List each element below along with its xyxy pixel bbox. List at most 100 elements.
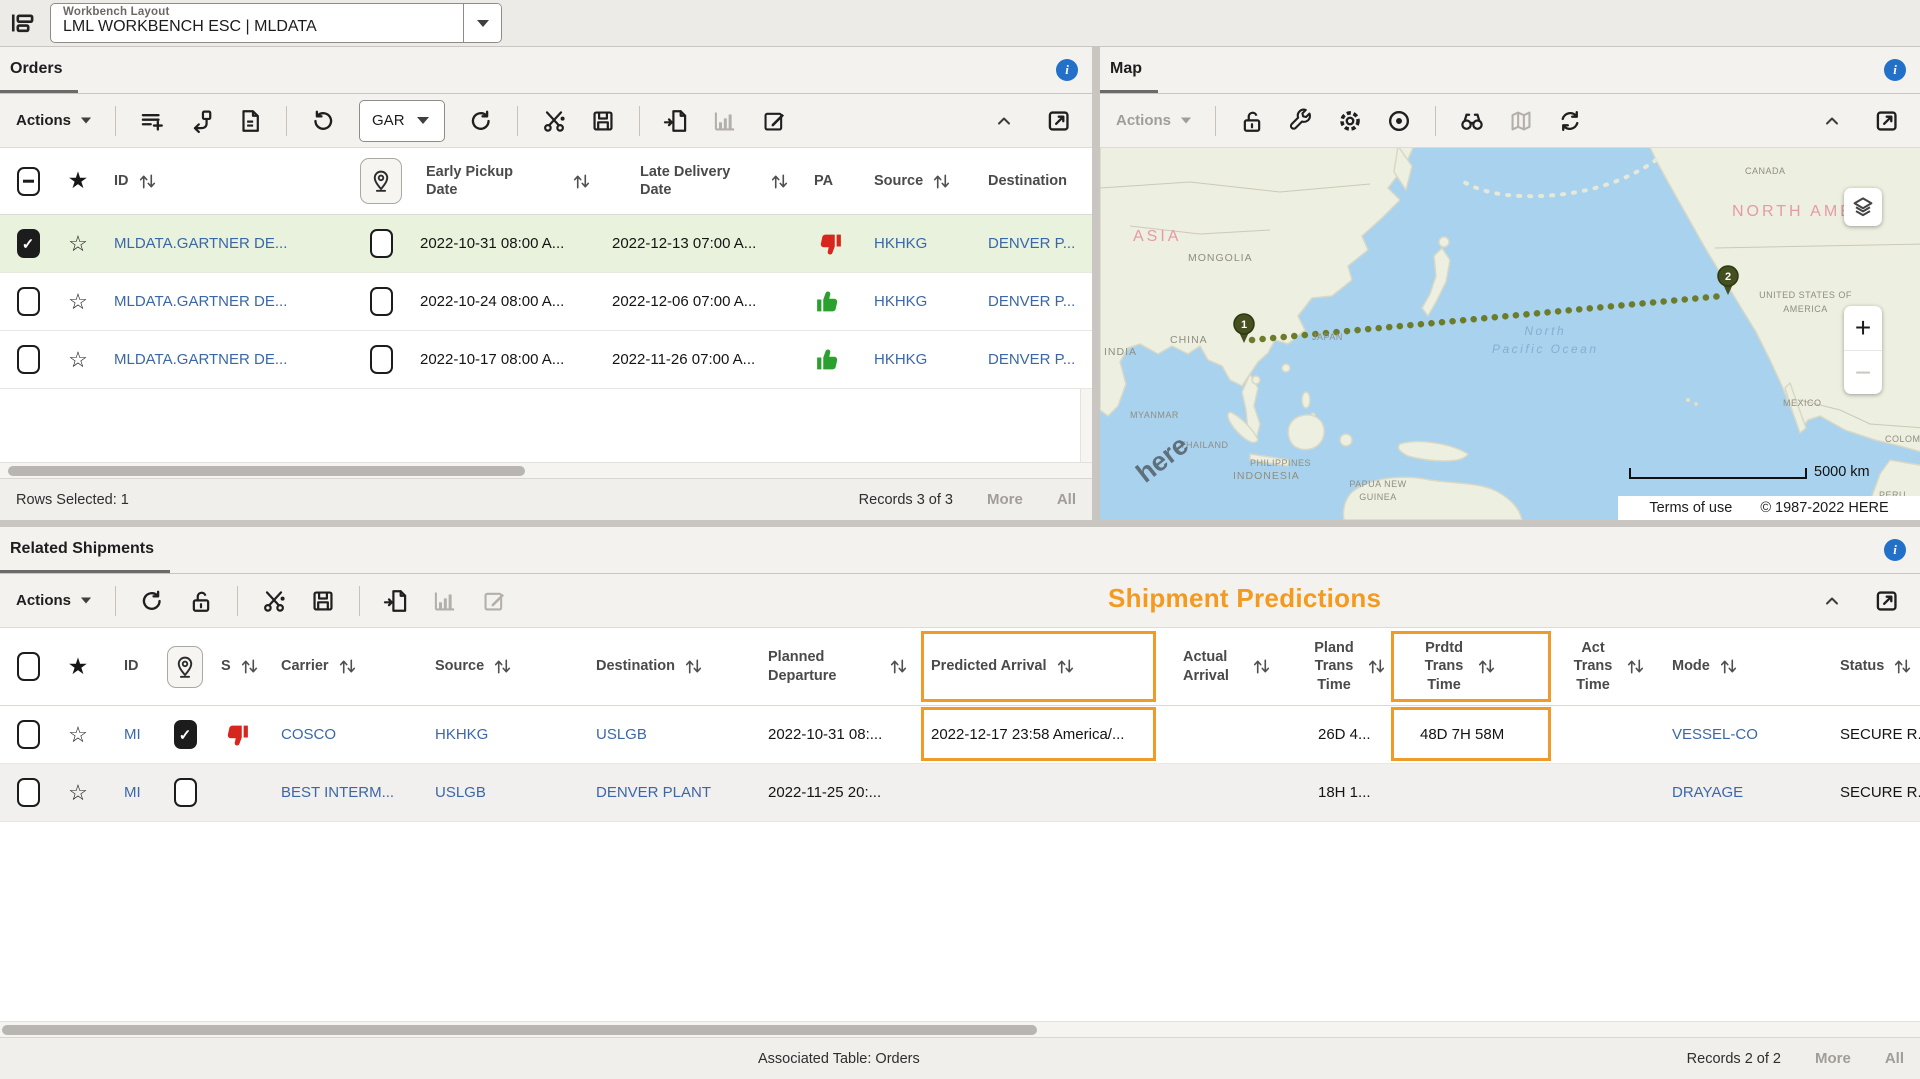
sort-icon[interactable] [1720,657,1737,676]
collapse-panel-icon[interactable] [1822,591,1842,611]
all-button[interactable]: All [1885,1050,1904,1067]
more-button[interactable]: More [1815,1050,1851,1067]
favorite-star-icon[interactable]: ☆ [68,233,88,255]
assign-icon[interactable] [188,108,214,134]
show-on-map-button[interactable] [167,646,203,688]
favorite-star-icon[interactable]: ☆ [68,291,88,313]
row-checkbox[interactable] [17,287,40,316]
sync-icon[interactable] [1557,108,1583,134]
save-icon[interactable] [590,108,616,134]
order-id-link[interactable]: MLDATA.GARTNER DE... [114,351,287,368]
source-link[interactable]: USLGB [435,784,486,801]
source-link[interactable]: HKHKG [874,293,927,310]
sort-icon[interactable] [573,172,590,191]
binoculars-icon[interactable] [1459,108,1485,134]
order-id-link[interactable]: MLDATA.GARTNER DE... [114,235,287,252]
refresh-icon[interactable] [139,588,165,614]
vertical-scrollbar[interactable] [1080,389,1092,462]
sort-icon[interactable] [1478,657,1495,676]
destination-link[interactable]: DENVER P... [988,235,1075,252]
rerun-query-icon[interactable] [310,108,336,134]
related-shipments-actions-menu[interactable]: Actions [16,592,92,609]
open-in-window-icon[interactable] [1874,108,1900,134]
bullseye-icon[interactable] [1386,108,1412,134]
map-pin-checkbox[interactable] [174,720,197,749]
unlock-icon[interactable] [1239,108,1265,134]
scrollbar-thumb[interactable] [8,466,525,476]
sort-icon[interactable] [139,172,156,191]
panel-splitter[interactable] [1092,47,1100,520]
info-icon[interactable] [1884,539,1906,561]
table-row[interactable]: ☆ MLDATA.GARTNER DE... 2022-10-17 08:00 … [0,331,1092,389]
map-pin-checkbox[interactable] [370,345,393,374]
table-row[interactable]: ☆ MLDATA.GARTNER DE... 2022-10-24 08:00 … [0,273,1092,331]
row-checkbox[interactable] [17,229,40,258]
order-id-link[interactable]: MLDATA.GARTNER DE... [114,293,287,310]
sort-icon[interactable] [1627,657,1644,676]
edit-icon[interactable] [761,108,787,134]
filter-rows-icon[interactable] [139,108,165,134]
select-all-checkbox[interactable] [17,167,40,196]
destination-link[interactable]: DENVER P... [988,293,1075,310]
source-link[interactable]: HKHKG [435,726,488,743]
workbench-layout-combo[interactable]: Workbench Layout LML WORKBENCH ESC | MLD… [50,3,502,43]
mode-link[interactable]: DRAYAGE [1672,784,1743,801]
collapse-panel-icon[interactable] [994,111,1014,131]
workbench-layout-dropdown-button[interactable] [463,4,501,42]
sort-icon[interactable] [685,657,702,676]
show-on-map-button[interactable] [360,158,402,204]
refresh-icon[interactable] [468,108,494,134]
select-all-checkbox[interactable] [17,652,40,681]
orders-horizontal-scrollbar[interactable] [0,462,1092,478]
destination-link[interactable]: USLGB [596,726,647,743]
favorite-star-icon[interactable]: ☆ [68,349,88,371]
terms-of-use-link[interactable]: Terms of use [1649,500,1732,516]
related-shipments-horizontal-scrollbar[interactable] [0,1021,1920,1037]
info-icon[interactable] [1056,59,1078,81]
map-pin-checkbox[interactable] [370,287,393,316]
scrollbar-thumb[interactable] [2,1025,1037,1035]
all-button[interactable]: All [1057,491,1076,508]
shipment-id-link[interactable]: MI [124,784,141,801]
save-icon[interactable] [310,588,336,614]
origin-marker[interactable]: 1 [1231,312,1257,346]
map-pin-checkbox[interactable] [174,778,197,807]
favorite-star-icon[interactable]: ☆ [68,724,88,746]
destination-marker[interactable]: 2 [1715,264,1741,298]
carrier-link[interactable]: COSCO [281,726,336,743]
panel-splitter[interactable] [0,520,1920,527]
carrier-link[interactable]: BEST INTERM... [281,784,394,801]
gear-icon[interactable] [1337,108,1363,134]
map-layers-button[interactable] [1844,188,1882,226]
open-in-window-icon[interactable] [1874,588,1900,614]
export-icon[interactable] [383,588,409,614]
collapse-panel-icon[interactable] [1822,111,1842,131]
unlock-icon[interactable] [188,588,214,614]
map-pin-checkbox[interactable] [370,229,393,258]
workbench-layout-field[interactable]: Workbench Layout LML WORKBENCH ESC | MLD… [51,4,463,42]
workbench-menu-icon[interactable] [10,10,36,36]
row-checkbox[interactable] [17,778,40,807]
sort-icon[interactable] [1253,657,1270,676]
info-icon[interactable] [1884,59,1906,81]
sort-icon[interactable] [494,657,511,676]
orders-actions-menu[interactable]: Actions [16,112,92,129]
sort-icon[interactable] [339,657,356,676]
row-checkbox[interactable] [17,720,40,749]
sort-icon[interactable] [890,657,907,676]
more-button[interactable]: More [987,491,1023,508]
table-row[interactable]: ☆ MLDATA.GARTNER DE... 2022-10-31 08:00 … [0,215,1092,273]
sort-icon[interactable] [241,657,258,676]
open-in-window-icon[interactable] [1046,108,1072,134]
mode-link[interactable]: VESSEL-CO [1672,726,1758,743]
map-canvas[interactable]: ASIA MONGOLIA CHINA INDIA MYANMAR THAILA… [1100,148,1920,520]
zoom-out-button[interactable]: − [1844,350,1882,394]
row-checkbox[interactable] [17,345,40,374]
sort-icon[interactable] [933,172,950,191]
destination-link[interactable]: DENVER PLANT [596,784,711,801]
sort-icon[interactable] [1057,657,1074,676]
table-row[interactable]: ☆ MI COSCO HKHKG USLGB 2022-10-31 08:...… [0,706,1920,764]
favorites-column-icon[interactable]: ★ [69,171,87,191]
favorites-column-icon[interactable]: ★ [69,657,87,677]
sort-icon[interactable] [1894,657,1911,676]
